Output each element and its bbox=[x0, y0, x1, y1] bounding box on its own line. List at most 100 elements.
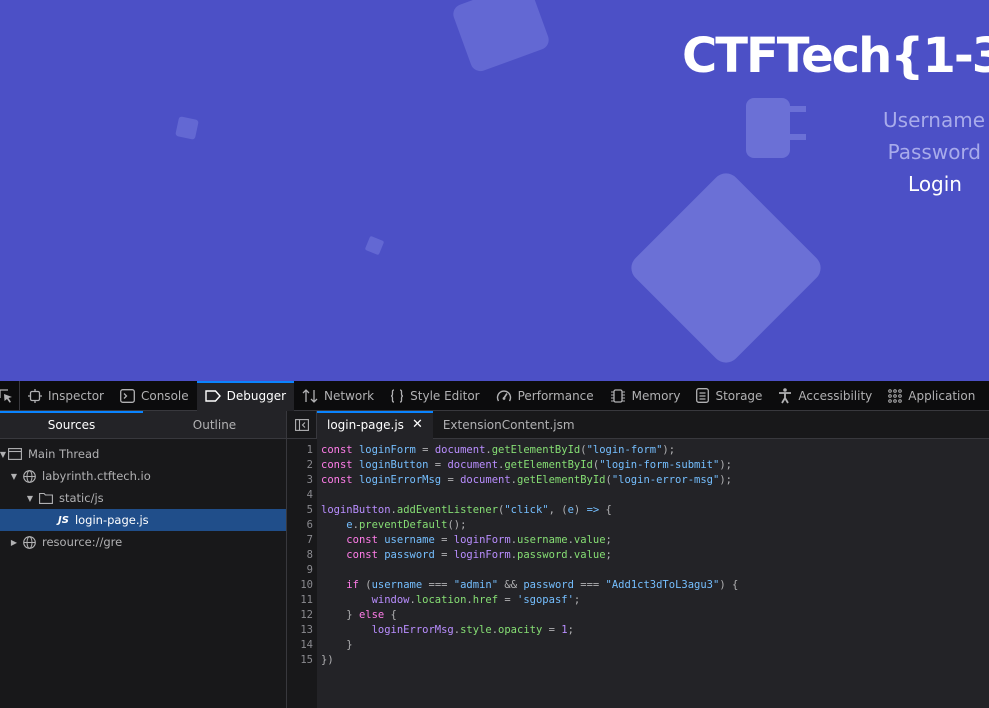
chevron-down-icon: ▼ bbox=[26, 493, 34, 503]
tab-label: Storage bbox=[715, 388, 763, 403]
accessibility-icon bbox=[779, 387, 792, 403]
source-editor: login-page.js ✕ ExtensionContent.jsm 1 2… bbox=[287, 410, 989, 708]
code-lines[interactable]: const loginForm = document.getElementByI… bbox=[317, 439, 989, 708]
tab-label: Memory bbox=[631, 388, 681, 403]
tree-label: Main Thread bbox=[28, 447, 100, 461]
tree-label: static/js bbox=[59, 491, 104, 505]
line-number[interactable]: 9 bbox=[287, 563, 317, 578]
tab-inspector[interactable]: Inspector bbox=[20, 381, 112, 411]
tab-accessibility[interactable]: Accessibility bbox=[770, 381, 880, 411]
tab-application[interactable]: Application bbox=[880, 381, 983, 411]
code-line[interactable]: const loginForm = document.getElementByI… bbox=[321, 443, 989, 458]
tab-memory[interactable]: Memory bbox=[602, 381, 689, 411]
tab-style-editor[interactable]: Style Editor bbox=[382, 381, 487, 411]
tree-item-main-thread[interactable]: ▼ Main Thread bbox=[0, 443, 286, 465]
code-area[interactable]: 1 2 3 4 5 6 7 8 9 10 11 12 13 14 15 cons… bbox=[287, 439, 989, 708]
line-number[interactable]: 14 bbox=[287, 638, 317, 653]
globe-icon bbox=[23, 469, 36, 483]
tree-label: login-page.js bbox=[74, 513, 149, 527]
tree-item-resource[interactable]: ▶ resource://gre bbox=[0, 531, 286, 553]
tree-label: resource://gre bbox=[42, 535, 123, 549]
tree-item-domain[interactable]: ▼ labyrinth.ctftech.io bbox=[0, 465, 286, 487]
line-gutter[interactable]: 1 2 3 4 5 6 7 8 9 10 11 12 13 14 15 bbox=[287, 439, 317, 708]
picker-icon bbox=[0, 388, 12, 403]
memory-icon bbox=[610, 388, 625, 403]
devtools-panel: Inspector Console Debugger Network Style… bbox=[0, 380, 989, 708]
decor-square bbox=[450, 0, 552, 74]
code-line[interactable]: window.location.href = 'sgopasf'; bbox=[321, 593, 989, 608]
editor-tab-label: ExtensionContent.jsm bbox=[442, 417, 575, 432]
line-number[interactable]: 12 bbox=[287, 608, 317, 623]
js-file-icon: JS bbox=[58, 514, 69, 526]
code-line[interactable]: const loginErrorMsg = document.getElemen… bbox=[321, 473, 989, 488]
username-field[interactable]: Username bbox=[883, 108, 985, 132]
chevron-down-icon: ▼ bbox=[10, 471, 18, 481]
code-line[interactable]: loginErrorMsg.style.opacity = 1; bbox=[321, 623, 989, 638]
tab-console[interactable]: Console bbox=[112, 381, 197, 411]
tab-network[interactable]: Network bbox=[294, 381, 382, 411]
sources-tree: ▼ Main Thread ▼ labyrinth.ctftech.io ▼ s… bbox=[0, 439, 286, 553]
line-number[interactable]: 3 bbox=[287, 473, 317, 488]
editor-tab-login-page[interactable]: login-page.js ✕ bbox=[317, 410, 433, 439]
tab-performance[interactable]: Performance bbox=[488, 381, 602, 411]
style-editor-icon bbox=[391, 388, 404, 403]
editor-tab-extension-content[interactable]: ExtensionContent.jsm bbox=[433, 411, 585, 439]
line-number[interactable]: 15 bbox=[287, 653, 317, 668]
tab-outline[interactable]: Outline bbox=[143, 411, 286, 438]
tab-storage[interactable]: Storage bbox=[688, 381, 770, 411]
tree-label: labyrinth.ctftech.io bbox=[42, 469, 151, 483]
console-icon bbox=[120, 388, 135, 403]
site-title: CTFTech{1-3n bbox=[682, 28, 989, 84]
line-number[interactable]: 8 bbox=[287, 548, 317, 563]
tab-label: Performance bbox=[517, 388, 594, 403]
devtools-toolbar: Inspector Console Debugger Network Style… bbox=[0, 380, 989, 411]
code-line[interactable]: loginButton.addEventListener("click", (e… bbox=[321, 503, 989, 518]
code-line[interactable]: if (username === "admin" && password ===… bbox=[321, 578, 989, 593]
tab-label: Network bbox=[324, 388, 375, 403]
decor-square-small bbox=[175, 116, 199, 140]
tree-item-file[interactable]: JS login-page.js bbox=[0, 509, 286, 531]
line-number[interactable]: 4 bbox=[287, 488, 317, 503]
tab-label: Accessibility bbox=[798, 388, 873, 403]
tab-label: Style Editor bbox=[410, 388, 480, 403]
element-picker-button[interactable] bbox=[0, 380, 20, 411]
tab-label: Inspector bbox=[48, 388, 104, 403]
code-line[interactable]: } bbox=[321, 638, 989, 653]
code-line[interactable]: e.preventDefault(); bbox=[321, 518, 989, 533]
line-number[interactable]: 5 bbox=[287, 503, 317, 518]
line-number[interactable]: 7 bbox=[287, 533, 317, 548]
web-page: CTFTech{1-3n Username Password Login bbox=[0, 0, 989, 381]
tab-sources[interactable]: Sources bbox=[0, 411, 143, 438]
tab-label: Debugger bbox=[226, 388, 287, 403]
line-number[interactable]: 6 bbox=[287, 518, 317, 533]
code-line[interactable]: const username = loginForm.username.valu… bbox=[321, 533, 989, 548]
folder-icon bbox=[39, 492, 53, 504]
decor-diamond bbox=[625, 167, 827, 369]
debugger-icon bbox=[204, 389, 221, 402]
chevron-right-icon: ▶ bbox=[10, 537, 18, 547]
tab-label: Application bbox=[908, 388, 976, 403]
line-number[interactable]: 13 bbox=[287, 623, 317, 638]
toggle-sources-pane-button[interactable] bbox=[287, 410, 317, 439]
performance-icon bbox=[496, 389, 511, 401]
plug-icon bbox=[746, 98, 806, 158]
line-number[interactable]: 2 bbox=[287, 458, 317, 473]
line-number[interactable]: 10 bbox=[287, 578, 317, 593]
storage-icon bbox=[696, 388, 710, 403]
close-icon[interactable]: ✕ bbox=[412, 417, 423, 432]
login-button[interactable]: Login bbox=[908, 172, 962, 196]
code-line[interactable]: } else { bbox=[321, 608, 989, 623]
line-number[interactable]: 1 bbox=[287, 443, 317, 458]
code-line[interactable] bbox=[321, 488, 989, 503]
tree-item-folder[interactable]: ▼ static/js bbox=[0, 487, 286, 509]
code-line[interactable] bbox=[321, 563, 989, 578]
line-number[interactable]: 11 bbox=[287, 593, 317, 608]
password-field[interactable]: Password bbox=[888, 140, 981, 164]
application-icon bbox=[888, 388, 903, 403]
tab-label: Console bbox=[140, 388, 189, 403]
code-line[interactable]: const password = loginForm.password.valu… bbox=[321, 548, 989, 563]
globe-icon bbox=[23, 535, 36, 549]
tab-debugger[interactable]: Debugger bbox=[196, 380, 295, 411]
code-line[interactable]: }) bbox=[321, 653, 989, 668]
code-line[interactable]: const loginButton = document.getElementB… bbox=[321, 458, 989, 473]
